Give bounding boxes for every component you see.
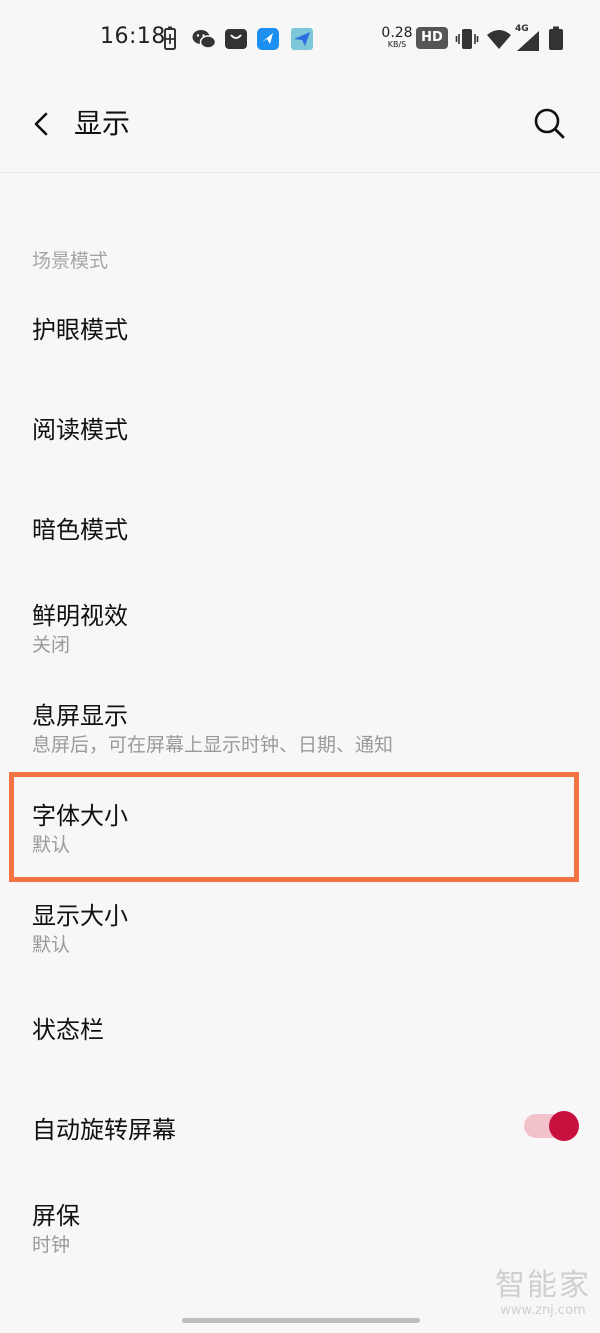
back-arrow-icon[interactable] <box>22 104 62 144</box>
list-item-status-bar[interactable]: 状态栏 <box>0 980 600 1072</box>
network-speed-unit: KB/S <box>387 40 407 49</box>
toggle-knob <box>549 1111 579 1141</box>
list-item-title: 阅读模式 <box>32 416 128 444</box>
list-item-title: 屏保 <box>32 1202 80 1230</box>
shopping-bag-icon <box>225 29 247 49</box>
network-speed: 0.28 KB/S <box>381 26 413 49</box>
wechat-icon <box>192 30 217 49</box>
search-icon[interactable] <box>528 102 572 146</box>
section-header: 场景模式 <box>32 250 109 272</box>
watermark-url: www.znj.com <box>500 1303 586 1318</box>
list-item-screensaver[interactable]: 屏保 时钟 <box>0 1180 600 1272</box>
list-item-eye-comfort[interactable]: 护眼模式 <box>0 280 600 372</box>
app-bird-icon <box>257 28 279 50</box>
vibrate-icon <box>455 29 479 49</box>
cellular-signal: 4G <box>514 24 542 52</box>
list-item-title: 鲜明视效 <box>32 602 128 630</box>
watermark-brand: 智能家 <box>495 1268 591 1303</box>
list-item-ambient-display[interactable]: 息屏显示 息屏后，可在屏幕上显示时钟、日期、通知 <box>0 680 600 772</box>
list-item-title: 息屏显示 <box>32 702 128 730</box>
app-send-icon <box>291 28 313 50</box>
network-speed-value: 0.28 <box>381 25 413 41</box>
status-time: 16:18 <box>100 24 166 49</box>
list-item-subtitle: 关闭 <box>32 634 71 656</box>
list-item-subtitle: 默认 <box>32 934 71 956</box>
list-item-display-size[interactable]: 显示大小 默认 <box>0 880 600 972</box>
signal-icon <box>517 31 539 51</box>
list-item-subtitle: 时钟 <box>32 1234 71 1256</box>
status-bar: 16:18 0.28 KB/S HD 4G <box>0 0 600 78</box>
list-item-title: 状态栏 <box>32 1016 104 1044</box>
app-bar: 显示 <box>0 78 600 173</box>
wifi-icon <box>487 30 511 49</box>
auto-rotate-toggle[interactable] <box>524 1110 579 1142</box>
list-item-dark-mode[interactable]: 暗色模式 <box>0 480 600 572</box>
watermark: 智能家 www.znj.com <box>488 1268 598 1318</box>
list-item-title: 自动旋转屏幕 <box>32 1116 176 1144</box>
battery-charging-icon <box>164 26 176 50</box>
list-item-vivid-effect[interactable]: 鲜明视效 关闭 <box>0 580 600 672</box>
list-item-auto-rotate[interactable]: 自动旋转屏幕 <box>0 1080 600 1172</box>
list-item-title: 暗色模式 <box>32 516 128 544</box>
list-item-subtitle: 息屏后，可在屏幕上显示时钟、日期、通知 <box>32 734 394 756</box>
home-indicator[interactable] <box>182 1318 420 1323</box>
hd-badge: HD <box>416 27 448 49</box>
page-title: 显示 <box>74 107 131 140</box>
battery-icon <box>549 26 563 50</box>
list-item-title: 显示大小 <box>32 902 128 930</box>
list-item-reading-mode[interactable]: 阅读模式 <box>0 380 600 472</box>
list-item-title: 护眼模式 <box>32 316 128 344</box>
highlight-box <box>9 772 579 882</box>
